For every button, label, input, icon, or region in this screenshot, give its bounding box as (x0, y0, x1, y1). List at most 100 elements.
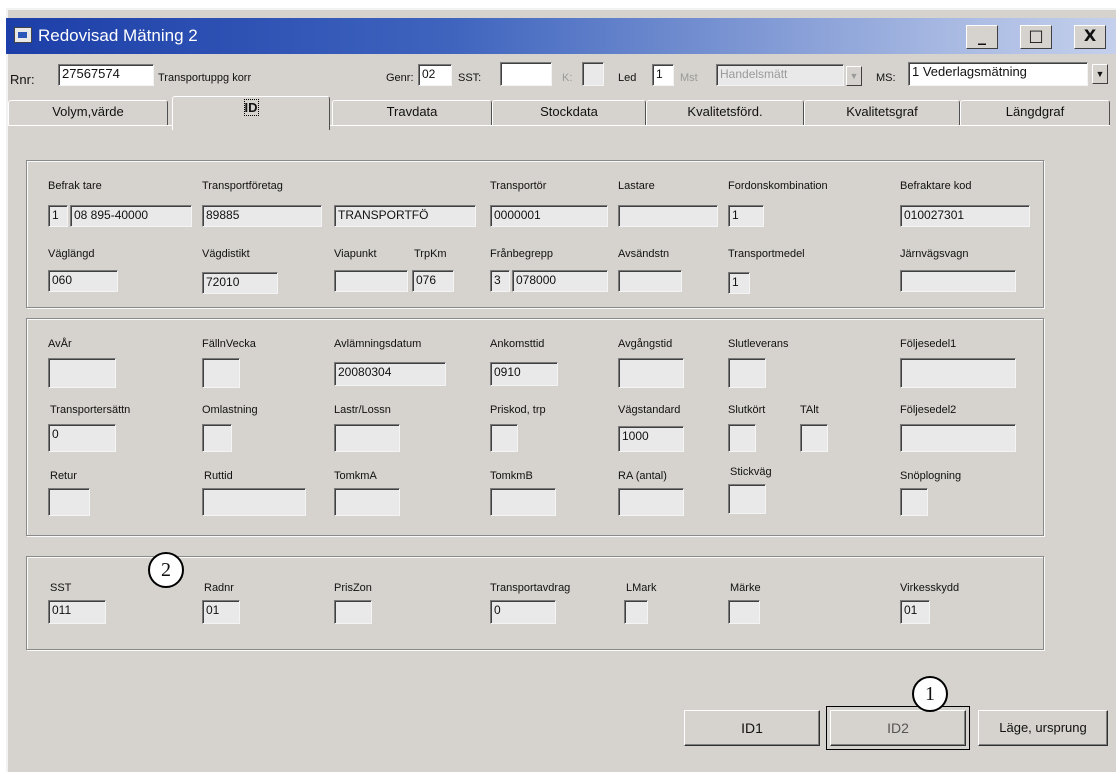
slutleverans-label: Slutleverans (728, 338, 789, 350)
tomkma-field[interactable] (334, 488, 400, 516)
vaglangd-field[interactable]: 060 (48, 270, 118, 292)
led-field[interactable]: 1 (652, 64, 674, 86)
foljesedel1-label: Följesedel1 (900, 338, 957, 350)
transportforetag-field[interactable]: 89885 (202, 205, 322, 227)
vagdistrikt-field[interactable]: 72010 (202, 272, 278, 294)
trpkm-label: TrpKm (414, 248, 447, 260)
priszon-field[interactable] (334, 600, 372, 624)
close-button[interactable]: X (1074, 25, 1106, 49)
app-icon (14, 27, 32, 43)
retur-field[interactable] (48, 488, 90, 516)
befraktare-kod-label: Befraktare kod (900, 180, 972, 192)
tab-langdgraf[interactable]: Längdgraf (960, 100, 1110, 126)
avgangstid-field[interactable] (618, 358, 684, 388)
genr-label: Genr: (386, 72, 414, 84)
transportforetag-label: Transportföretag (202, 180, 283, 192)
transportor-field[interactable]: 0000001 (490, 205, 608, 227)
lastr-lossn-field[interactable] (334, 424, 400, 452)
talt-field[interactable] (800, 424, 828, 452)
marke-label: Märke (730, 582, 761, 594)
ruttid-field[interactable] (202, 488, 306, 516)
rnr-label: Rnr: (10, 72, 35, 87)
priskod-trp-field[interactable] (490, 424, 518, 452)
befraktare-label: Befrak tare (48, 180, 102, 192)
marke-field[interactable] (728, 600, 760, 624)
callout-1: 1 (912, 676, 948, 712)
lmark-label: LMark (626, 582, 657, 594)
tab-kvalitetsford[interactable]: Kvalitetsförd. (646, 100, 804, 126)
transportersattn-field[interactable]: 0 (48, 424, 116, 452)
avsandstn-field[interactable] (618, 270, 682, 292)
maximize-button[interactable]: □ (1020, 25, 1052, 49)
tab-id[interactable]: ID (172, 96, 330, 130)
stickvag-field[interactable] (728, 484, 766, 514)
virkesskydd-field[interactable]: 01 (900, 600, 930, 624)
fallvecka-label: FällnVecka (202, 338, 256, 350)
franbegrepp-field[interactable]: 078000 (512, 270, 608, 292)
virkesskydd-label: Virkesskydd (900, 582, 960, 594)
sst-row-field[interactable]: 011 (48, 600, 106, 624)
title-bar[interactable]: Redovisad Mätning 2 _ □ X (6, 18, 1116, 54)
led-label: Led (618, 72, 637, 84)
tab-kvalitetsgraf[interactable]: Kvalitetsgraf (804, 100, 960, 126)
radnr-label: Radnr (204, 582, 234, 594)
jarnvagsvagn-field[interactable] (900, 270, 1016, 292)
fallvecka-field[interactable] (202, 358, 240, 388)
vagstandard-field[interactable]: 1000 (618, 426, 684, 452)
omlastning-label: Omlastning (202, 404, 258, 416)
mst-dropdown-icon[interactable]: ▼ (846, 66, 862, 86)
id2-button[interactable]: ID2 (830, 710, 966, 746)
stickvag-label: Stickväg (730, 466, 772, 478)
lmark-field[interactable] (624, 600, 648, 624)
avar-field[interactable] (48, 358, 116, 388)
viapunkt-field[interactable] (334, 270, 408, 292)
tomkmb-label: TomkmB (490, 470, 533, 482)
sst-row-label: SST (50, 582, 72, 594)
ms-select[interactable]: 1 Vederlagsmätning (908, 62, 1088, 86)
mst-label: Mst (680, 72, 698, 84)
transportmedel-field[interactable]: 1 (728, 272, 750, 294)
foljesedel2-field[interactable] (900, 424, 1016, 452)
slutleverans-field[interactable] (728, 358, 766, 388)
vaglangd-label: Väglängd (48, 248, 95, 260)
ms-dropdown-icon[interactable]: ▼ (1092, 64, 1108, 84)
rnr-description: Transportuppg korr (158, 72, 252, 84)
tomkmb-field[interactable] (490, 488, 556, 516)
lage-ursprung-button[interactable]: Läge, ursprung (978, 710, 1108, 746)
callout-2: 2 (148, 552, 184, 588)
trpkm-field[interactable]: 076 (412, 270, 454, 292)
id1-button[interactable]: ID1 (684, 710, 820, 746)
tab-volym-varde[interactable]: Volym,värde (8, 100, 168, 126)
omlastning-field[interactable] (202, 424, 232, 452)
snoplogning-field[interactable] (900, 488, 928, 516)
fordonskombination-field[interactable]: 1 (728, 205, 764, 227)
tomkma-label: TomkmA (334, 470, 377, 482)
avlamningsdatum-field[interactable]: 20080304 (334, 362, 446, 386)
foljesedel1-field[interactable] (900, 358, 1016, 388)
mst-select[interactable]: Handelsmätt (716, 64, 844, 86)
retur-label: Retur (50, 470, 77, 482)
k-field[interactable] (582, 62, 604, 86)
avgangstid-label: Avgångstid (618, 338, 673, 350)
transportforetag-name-field[interactable]: TRANSPORTFÖ (334, 205, 476, 227)
genr-field[interactable]: 02 (418, 64, 452, 86)
befraktare-code-field[interactable]: 1 (48, 205, 68, 227)
lastr-lossn-label: Lastr/Lossn (334, 404, 391, 416)
franbegrepp-code-field[interactable]: 3 (490, 270, 510, 292)
minimize-button[interactable]: _ (966, 25, 998, 49)
lastare-field[interactable] (618, 205, 718, 227)
slutkort-field[interactable] (728, 424, 756, 452)
tab-travdata[interactable]: Travdata (332, 100, 492, 126)
radnr-field[interactable]: 01 (202, 600, 240, 624)
ankomsttid-field[interactable]: 0910 (490, 362, 558, 386)
ra-antal-field[interactable] (618, 488, 684, 516)
sst-field[interactable] (500, 62, 552, 86)
tab-stockdata[interactable]: Stockdata (492, 100, 646, 126)
rnr-field[interactable]: 27567574 (58, 64, 154, 86)
talt-label: TAlt (800, 404, 819, 416)
befraktare-kod-field[interactable]: 010027301 (900, 205, 1030, 227)
avsandstn-label: Avsändstn (618, 248, 670, 260)
ra-antal-label: RA (antal) (618, 470, 667, 482)
transportavdrag-field[interactable]: 0 (490, 600, 556, 624)
befraktare-field[interactable]: 08 895-40000 (70, 205, 192, 227)
